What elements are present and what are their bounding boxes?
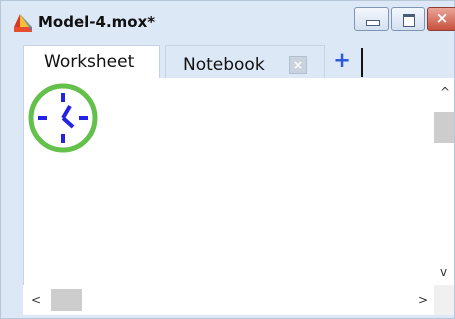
close-tab-icon[interactable]: × xyxy=(289,56,307,74)
text-cursor xyxy=(361,48,363,77)
horizontal-scroll-thumb[interactable] xyxy=(51,289,82,311)
minimize-button[interactable] xyxy=(354,7,389,31)
app-icon xyxy=(14,14,32,32)
scroll-corner xyxy=(434,285,454,315)
tab-notebook-label: Notebook xyxy=(183,55,265,75)
horizontal-scrollbar[interactable]: < > xyxy=(23,285,434,315)
vertical-scrollbar[interactable]: ^ v xyxy=(434,78,454,285)
tab-worksheet-label: Worksheet xyxy=(44,52,135,72)
tab-worksheet[interactable]: Worksheet xyxy=(23,45,160,78)
close-window-button[interactable]: × xyxy=(427,7,455,31)
model-window: Model-4.mox* × Worksheet Notebook × + ^ … xyxy=(0,0,455,319)
clock-icon[interactable] xyxy=(27,82,99,154)
maximize-icon xyxy=(403,14,415,27)
close-icon: × xyxy=(435,9,449,27)
minimize-icon xyxy=(366,20,380,26)
scroll-right-icon[interactable]: > xyxy=(418,294,428,306)
tab-notebook[interactable]: Notebook × xyxy=(165,45,325,78)
maximize-button[interactable] xyxy=(391,7,425,31)
add-tab-button[interactable]: + xyxy=(331,48,353,76)
scroll-up-icon[interactable]: ^ xyxy=(440,86,450,98)
tab-bar: Worksheet Notebook × + xyxy=(23,41,443,78)
window-title: Model-4.mox* xyxy=(38,13,156,31)
vertical-scroll-thumb[interactable] xyxy=(434,112,454,143)
scroll-left-icon[interactable]: < xyxy=(31,294,41,306)
scroll-down-icon[interactable]: v xyxy=(440,266,447,278)
title-bar[interactable]: Model-4.mox* × xyxy=(1,1,455,41)
